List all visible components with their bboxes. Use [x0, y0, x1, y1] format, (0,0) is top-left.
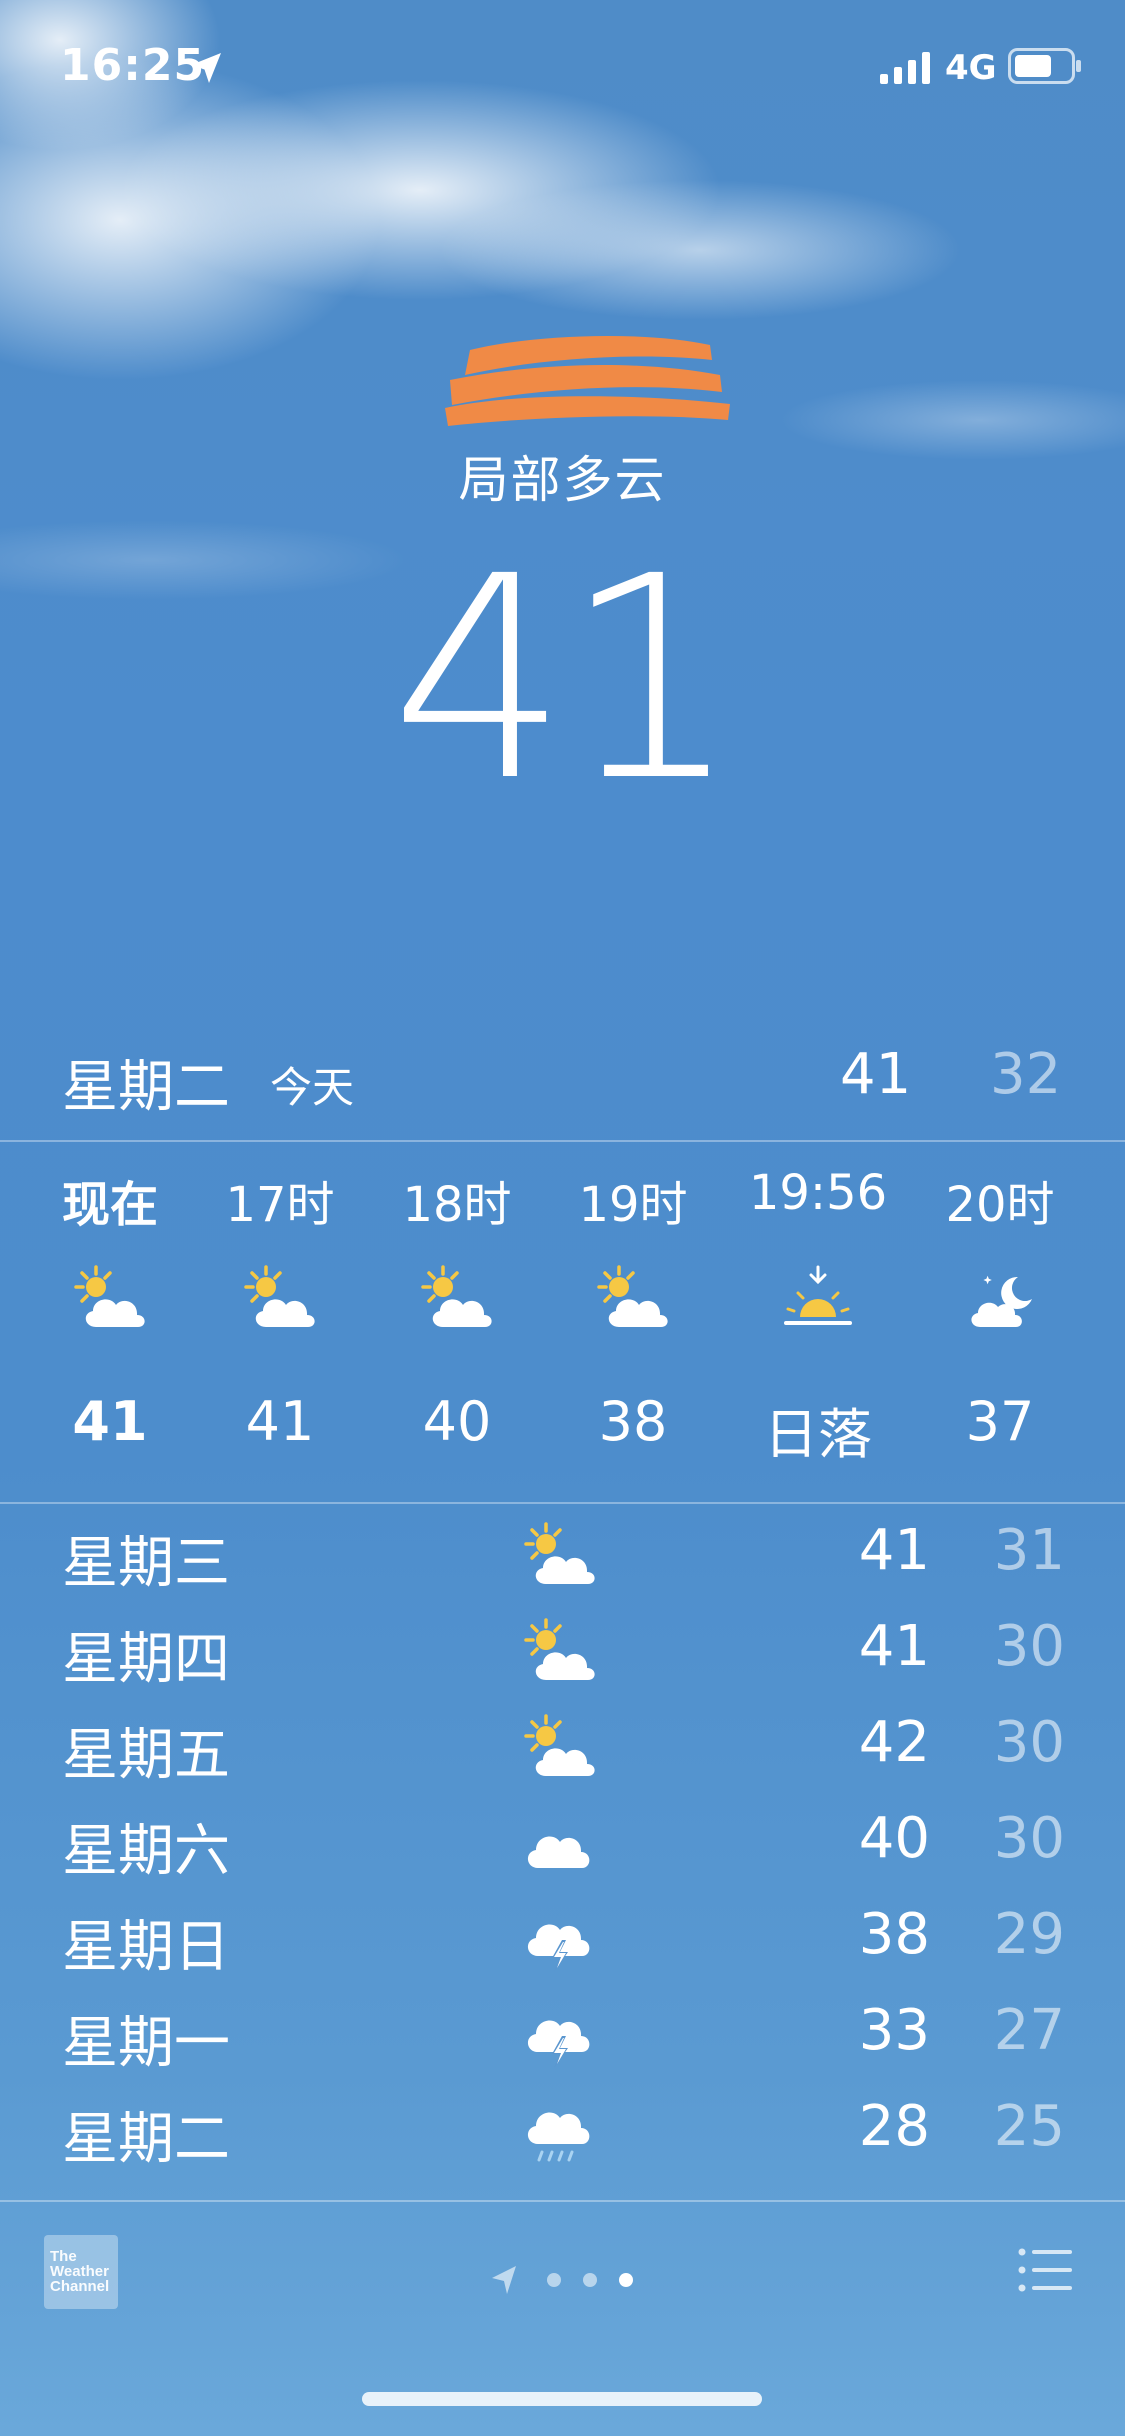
- day-low: 30: [993, 1614, 1065, 1679]
- hourly-item: 20时 37: [910, 1140, 1090, 1500]
- day-high: 41: [858, 1614, 930, 1679]
- daily-row: 星期四 41 30: [0, 1606, 1125, 1702]
- day-high: 33: [858, 1998, 930, 2063]
- cloud-icon: [527, 1836, 590, 1868]
- day-name: 星期六: [62, 1819, 230, 1884]
- page-dot-active: [619, 2273, 633, 2287]
- logo-text-line: Weather: [50, 2263, 109, 2280]
- city-list-icon[interactable]: [1018, 2247, 1074, 2293]
- hour-temp: 37: [965, 1390, 1035, 1453]
- daily-forecast[interactable]: 星期三 41 31 星期四 41 30 星期五 42 30 星期六 40 30 …: [0, 1510, 1125, 2200]
- day-high: 40: [858, 1806, 930, 1871]
- hourly-item: 19时 38: [543, 1140, 723, 1500]
- day-name: 星期四: [62, 1627, 230, 1692]
- hourly-item: 18时 40: [367, 1140, 547, 1500]
- partly-cloudy-night-icon: [971, 1275, 1032, 1327]
- day-high: 41: [858, 1518, 930, 1583]
- hour-time: 20时: [945, 1177, 1055, 1233]
- partly-sunny-icon: [520, 1618, 600, 1688]
- bottom-bar: The Weather Channel: [0, 2205, 1125, 2335]
- current-temperature: 41: [390, 517, 740, 843]
- city-name-redaction: [445, 335, 730, 426]
- daily-row: 星期三 41 31: [0, 1510, 1125, 1606]
- hour-temp: 日落: [764, 1403, 872, 1466]
- thunderstorm-icon: [520, 2002, 600, 2072]
- day-low: 31: [993, 1518, 1065, 1583]
- divider: [0, 2200, 1125, 2202]
- daily-row: 星期六 40 30: [0, 1798, 1125, 1894]
- hour-temp: 41: [245, 1390, 315, 1453]
- partly-sunny-icon: [593, 1265, 673, 1335]
- location-arrow-icon: [492, 2266, 516, 2294]
- page-dot: [583, 2273, 597, 2287]
- home-indicator[interactable]: [362, 2392, 762, 2406]
- partly-sunny-icon: [240, 1265, 320, 1335]
- rain-icon: [527, 2112, 590, 2162]
- hour-temp: 40: [422, 1390, 492, 1453]
- battery-icon: [1008, 48, 1081, 84]
- hour-time: 18时: [402, 1177, 512, 1233]
- hour-temp: 38: [598, 1390, 668, 1453]
- day-name: 星期一: [62, 2011, 230, 2076]
- logo-text-line: The: [50, 2248, 77, 2265]
- daily-row: 星期日 38 29: [0, 1894, 1125, 1990]
- partly-sunny-icon: [417, 1265, 497, 1335]
- hourly-item: 现在 41: [20, 1140, 200, 1500]
- page-dot: [547, 2273, 561, 2287]
- hour-time: 19时: [578, 1177, 688, 1233]
- divider: [0, 1502, 1125, 1504]
- day-low: 29: [993, 1902, 1065, 1967]
- status-bar: 16:25 4G: [0, 0, 1125, 140]
- day-low: 25: [993, 2094, 1065, 2159]
- location-arrow-icon: [191, 53, 221, 83]
- hour-time: 17时: [225, 1177, 335, 1233]
- daily-row: 星期五 42 30: [0, 1702, 1125, 1798]
- partly-sunny-icon: [520, 1522, 600, 1592]
- hourly-item: 19:56 日落: [728, 1140, 908, 1500]
- signal-bars-icon: [880, 52, 930, 84]
- logo-text-line: Channel: [50, 2278, 110, 2295]
- today-label: 今天: [270, 1063, 355, 1112]
- hour-time: 19:56: [748, 1165, 888, 1221]
- status-time: 16:25: [60, 40, 206, 91]
- day-name: 星期三: [62, 1531, 230, 1596]
- day-low: 30: [993, 1710, 1065, 1775]
- today-summary: 星期二 今天 41 32: [0, 1030, 1125, 1140]
- day-low: 27: [993, 1998, 1065, 2063]
- hour-time: 现在: [61, 1177, 158, 1233]
- day-high: 42: [858, 1710, 930, 1775]
- day-low: 30: [993, 1806, 1065, 1871]
- network-type: 4G: [945, 48, 997, 88]
- day-name: 星期五: [62, 1723, 230, 1788]
- day-high: 28: [858, 2094, 930, 2159]
- current-condition: 局部多云: [458, 451, 667, 509]
- day-name: 星期日: [62, 1915, 230, 1980]
- today-high: 41: [840, 1042, 912, 1107]
- page-indicator[interactable]: [490, 2260, 650, 2300]
- thunderstorm-icon: [520, 1906, 600, 1976]
- sunset-icon: [784, 1265, 852, 1325]
- today-day: 星期二: [62, 1055, 230, 1120]
- partly-sunny-icon: [520, 1714, 600, 1784]
- hourly-item: 17时 41: [190, 1140, 370, 1500]
- partly-sunny-icon: [70, 1265, 150, 1335]
- weather-channel-logo[interactable]: The Weather Channel: [44, 2235, 118, 2309]
- day-high: 38: [858, 1902, 930, 1967]
- daily-row: 星期二 28 25: [0, 2086, 1125, 2182]
- daily-row: 星期一 33 27: [0, 1990, 1125, 2086]
- today-low: 32: [990, 1042, 1062, 1107]
- hourly-forecast[interactable]: 现在 41 17时 41 18时 40 19时 38 19:56 日落 20时 …: [0, 1140, 1125, 1500]
- hour-temp: 41: [72, 1390, 148, 1453]
- day-name: 星期二: [62, 2107, 230, 2172]
